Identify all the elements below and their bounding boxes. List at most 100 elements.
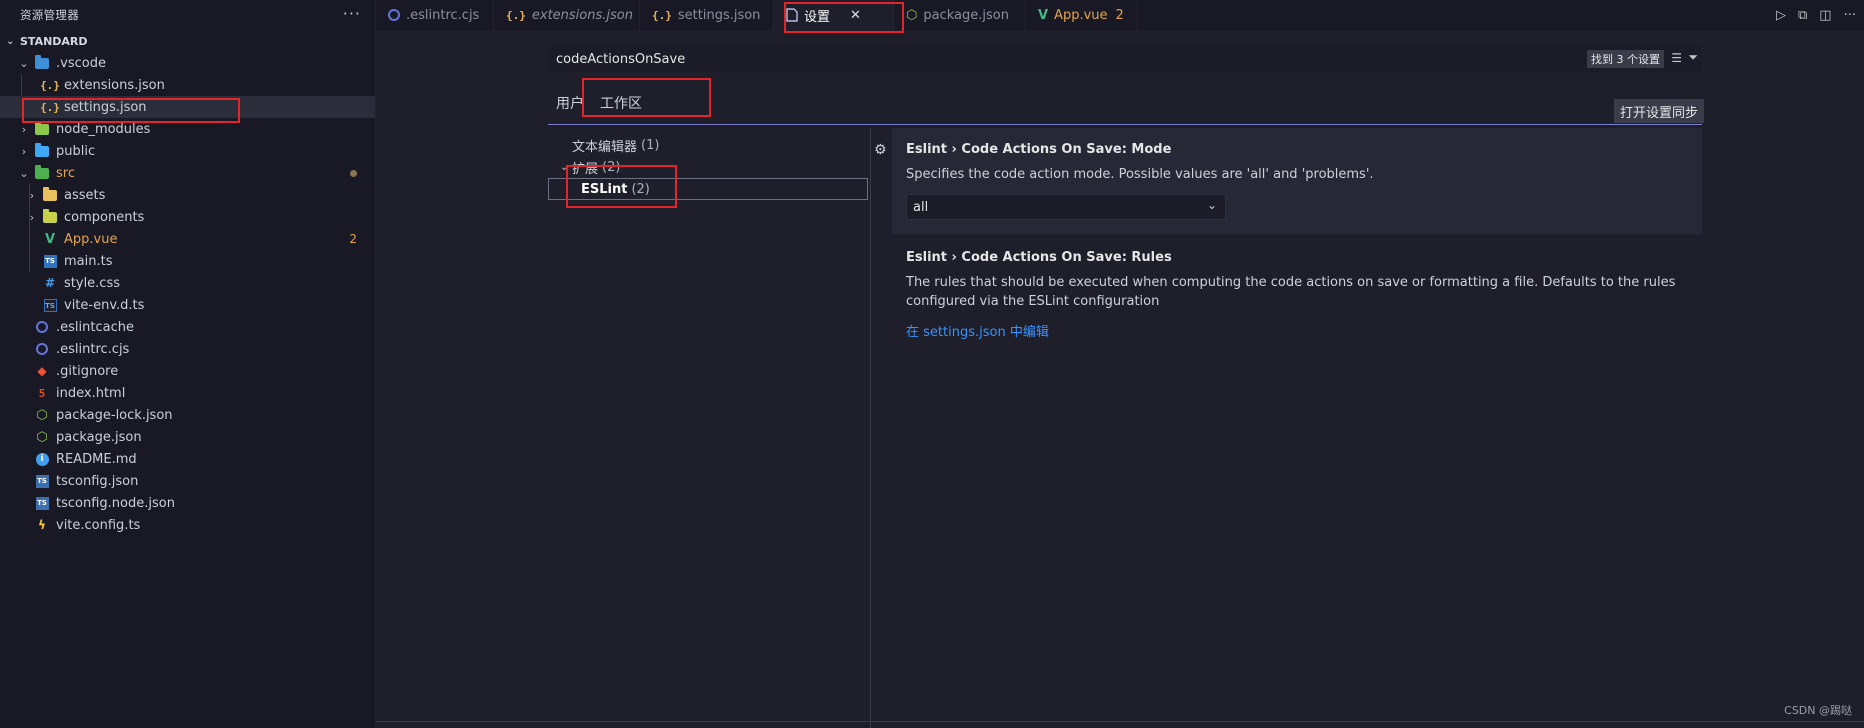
editor-tab-bar: .eslintrc.cjs {.} extensions.json {.} se… — [376, 0, 1864, 30]
tab-workspace[interactable]: 工作区 — [600, 93, 642, 113]
tree-item-index-html[interactable]: 5 index.html — [0, 382, 375, 404]
split-editor-icon[interactable]: ◫ — [1819, 8, 1831, 23]
vue-icon: V — [44, 231, 56, 247]
clear-filters-icon[interactable]: ☰ — [1671, 51, 1682, 65]
info-icon: i — [32, 452, 52, 466]
explorer-sidebar: 资源管理器 ··· ⌄ STANDARD ⌄ .vscode {.} exten… — [0, 0, 376, 728]
tree-item-package-json[interactable]: ⬡ package.json — [0, 426, 375, 448]
node-icon: ⬡ — [36, 429, 48, 445]
tree-item-settings-json[interactable]: {.} settings.json — [0, 96, 375, 118]
tab-settings-json[interactable]: {.} settings.json — [640, 0, 774, 30]
setting-title: Eslint › Code Actions On Save: Rules — [906, 250, 1690, 265]
node-icon: ⬡ — [906, 7, 918, 23]
settings-sync-button[interactable]: 打开设置同步 — [1614, 99, 1705, 123]
folder-public-icon — [32, 142, 52, 157]
tree-item-gitignore[interactable]: ◆ .gitignore — [0, 360, 375, 382]
tree-item-label: package.json — [56, 429, 142, 445]
settings-toc: 文本编辑器 (1) ⌄ 扩展 (2) ESLint (2) — [548, 134, 868, 200]
setting-name: Code Actions On Save: Mode — [961, 142, 1172, 157]
explorer-header: 资源管理器 ··· — [0, 0, 375, 30]
open-settings-json-icon[interactable]: ⧉ — [1798, 8, 1807, 23]
git-icon: ◆ — [37, 364, 47, 378]
tree-item-eslintcache[interactable]: .eslintcache — [0, 316, 375, 338]
toc-label: 扩展 — [572, 161, 599, 177]
tree-item-label: .eslintrc.cjs — [56, 341, 130, 357]
explorer-title: 资源管理器 — [20, 8, 79, 22]
toc-item-extensions[interactable]: ⌄ 扩展 (2) — [548, 156, 846, 178]
tab-extensions-json[interactable]: {.} extensions.json — [494, 0, 640, 30]
chevron-right-icon: › — [21, 122, 27, 136]
tree-item-package-lock[interactable]: ⬡ package-lock.json — [0, 404, 375, 426]
tree-item-label: vite-env.d.ts — [64, 297, 145, 313]
tree-item-label: settings.json — [64, 99, 147, 115]
json-icon: {.} — [652, 8, 672, 22]
tree-item-label: node_modules — [56, 121, 151, 137]
css-icon: # — [44, 276, 56, 290]
tab-label: App.vue — [1054, 7, 1108, 23]
settings-list: ⚙ Eslint › Code Actions On Save: Mode Sp… — [874, 128, 1702, 354]
setting-description: The rules that should be executed when c… — [906, 275, 1676, 309]
folder-src-icon — [32, 164, 52, 179]
watermark: CSDN @踢哒 — [1784, 704, 1852, 717]
toc-count: (1) — [641, 137, 660, 153]
tree-item-label: style.css — [64, 275, 120, 291]
toc-item-text-editor[interactable]: 文本编辑器 (1) — [548, 134, 846, 156]
tree-item-label: .eslintcache — [56, 319, 134, 335]
gear-icon[interactable]: ⚙ — [874, 142, 887, 158]
settings-search-input[interactable]: codeActionsOnSave 找到 3 个设置 ☰ ⏷ — [548, 46, 1702, 72]
tree-item-label: assets — [64, 187, 106, 203]
setting-code-actions-rules: Eslint › Code Actions On Save: Rules The… — [892, 234, 1702, 354]
tree-item-tsconfig[interactable]: TS tsconfig.json — [0, 470, 375, 492]
json-icon: {.} — [40, 78, 60, 92]
tree-item-app-vue[interactable]: V App.vue 2 — [0, 228, 375, 250]
problem-count-badge: 2 — [1115, 7, 1124, 23]
tree-item-label: package-lock.json — [56, 407, 173, 423]
select-value: all — [913, 199, 929, 215]
tree-item-readme[interactable]: i README.md — [0, 448, 375, 470]
chevron-right-icon: › — [29, 210, 35, 224]
workspace-root[interactable]: ⌄ STANDARD — [0, 30, 375, 52]
tab-app-vue[interactable]: V App.vue 2 — [1026, 0, 1138, 30]
chevron-right-icon: › — [21, 144, 27, 158]
more-actions-icon[interactable]: ··· — [1844, 8, 1856, 23]
tree-item-public[interactable]: › public — [0, 140, 375, 162]
tree-item-style-css[interactable]: # style.css — [0, 272, 375, 294]
tree-item-main-ts[interactable]: TS main.ts — [0, 250, 375, 272]
tree-item-src[interactable]: ⌄ src — [0, 162, 375, 184]
tree-item-extensions-json[interactable]: {.} extensions.json — [0, 74, 375, 96]
tab-user[interactable]: 用户 — [556, 93, 584, 113]
edit-in-settings-json-link[interactable]: 在 settings.json 中编辑 — [906, 321, 1690, 340]
run-icon[interactable]: ▷ — [1776, 8, 1786, 23]
tree-item-vscode[interactable]: ⌄ .vscode — [0, 52, 375, 74]
tree-item-node-modules[interactable]: › node_modules — [0, 118, 375, 140]
tree-item-vite-env[interactable]: TS vite-env.d.ts — [0, 294, 375, 316]
chevron-right-icon: › — [29, 188, 35, 202]
toc-label: ESLint — [581, 181, 628, 197]
setting-code-actions-mode: ⚙ Eslint › Code Actions On Save: Mode Sp… — [874, 128, 1702, 234]
eslint-icon — [388, 9, 400, 21]
tree-item-assets[interactable]: › assets — [0, 184, 375, 206]
problem-count-badge: 2 — [349, 232, 357, 246]
tree-item-tsconfig-node[interactable]: TS tsconfig.node.json — [0, 492, 375, 514]
tab-eslintrc[interactable]: .eslintrc.cjs — [376, 0, 494, 30]
tree-item-label: .vscode — [56, 55, 106, 71]
tree-item-vite-config[interactable]: ϟ vite.config.ts — [0, 514, 375, 536]
more-actions-icon[interactable]: ··· — [343, 4, 361, 23]
tree-item-components[interactable]: › components — [0, 206, 375, 228]
tsconfig-icon: TS — [32, 496, 52, 510]
tab-package-json[interactable]: ⬡ package.json — [894, 0, 1026, 30]
json-icon: {.} — [506, 8, 526, 22]
search-value: codeActionsOnSave — [556, 51, 686, 67]
filter-icon[interactable]: ⏷ — [1688, 50, 1698, 65]
tree-item-label: tsconfig.node.json — [56, 495, 175, 511]
tab-settings-ui[interactable]: 设置 ✕ — [774, 0, 894, 30]
toc-item-eslint[interactable]: ESLint (2) — [548, 178, 868, 200]
node-icon: ⬡ — [36, 407, 48, 423]
tree-item-label: vite.config.ts — [56, 517, 141, 533]
mode-select[interactable]: all ⌄ — [906, 194, 1226, 220]
tree-item-label: README.md — [56, 451, 137, 467]
setting-title: Eslint › Code Actions On Save: Mode — [906, 142, 1690, 157]
folder-icon — [40, 208, 60, 223]
tree-item-eslintrc[interactable]: .eslintrc.cjs — [0, 338, 375, 360]
close-icon[interactable]: ✕ — [850, 8, 861, 23]
